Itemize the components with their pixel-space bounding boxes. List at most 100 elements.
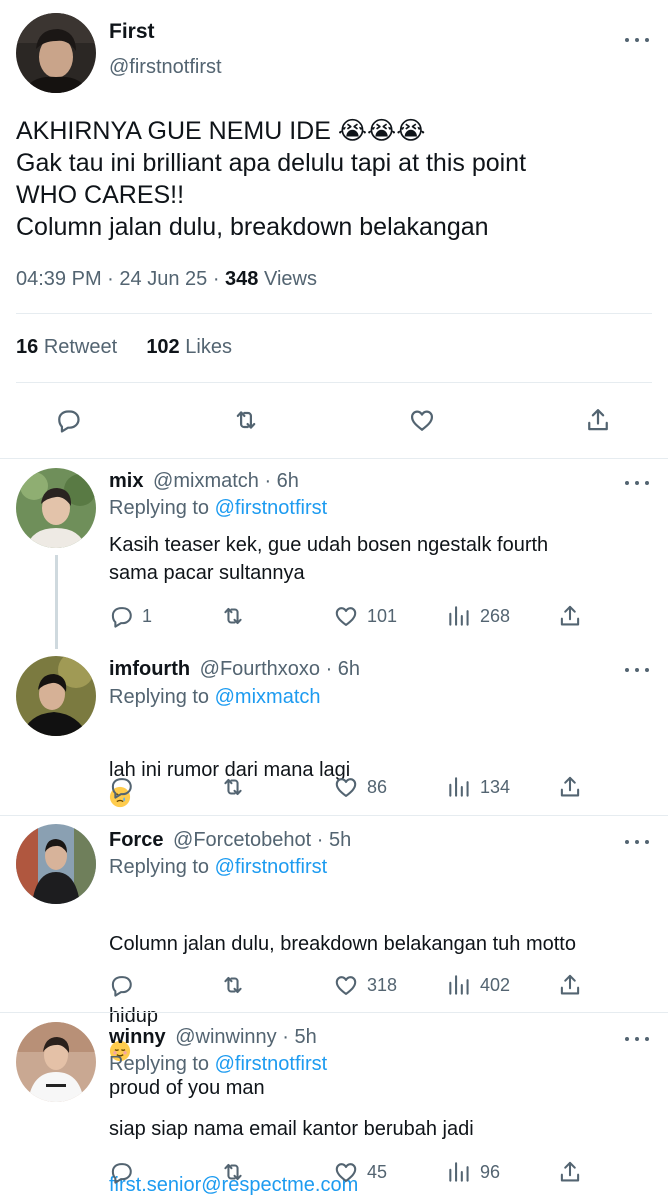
share-icon xyxy=(584,406,612,434)
author-handle[interactable]: @firstnotfirst xyxy=(109,56,222,79)
author-name[interactable]: First xyxy=(109,20,155,44)
reply-tweet[interactable]: winny @winwinny · 5h Replying to @firstn… xyxy=(0,1013,668,1200)
more-options-icon[interactable] xyxy=(625,34,649,46)
reply-time[interactable]: · 6h xyxy=(326,658,360,680)
views-icon xyxy=(446,774,472,800)
reply-author-name[interactable]: mix xyxy=(109,470,143,492)
reply-text: Kasih teaser kek, gue udah bosen ngestal… xyxy=(109,534,549,584)
author-avatar[interactable] xyxy=(16,13,96,93)
reply-avatar[interactable] xyxy=(16,468,96,548)
like-button[interactable]: 45 xyxy=(333,1159,387,1185)
tweet-text: AKHIRNYA GUE NEMU IDE 😭😭😭 Gak tau ini br… xyxy=(16,115,656,243)
reply-avatar[interactable] xyxy=(16,824,96,904)
reply-button[interactable] xyxy=(108,972,134,998)
like-button[interactable] xyxy=(408,406,436,434)
reply-count: 1 xyxy=(142,605,153,626)
share-button[interactable] xyxy=(557,774,583,800)
retweet-stat[interactable]: 16 Retweet xyxy=(16,336,117,358)
share-button[interactable] xyxy=(557,603,583,629)
reply-header: Force @Forcetobehot · 5h xyxy=(109,829,351,852)
retweet-label: Retweet xyxy=(43,336,118,358)
views-button[interactable]: 96 xyxy=(446,1159,500,1185)
replying-mention[interactable]: @firstnotfirst xyxy=(215,856,328,878)
reply-time[interactable]: · 5h xyxy=(282,1026,316,1048)
heart-icon xyxy=(333,1159,359,1185)
replying-to: Replying to @firstnotfirst xyxy=(109,1053,327,1076)
reply-time[interactable]: · 6h xyxy=(264,470,298,492)
like-count: 86 xyxy=(367,776,388,797)
more-options-icon[interactable] xyxy=(625,836,649,848)
retweet-button[interactable] xyxy=(220,603,246,629)
tweet-meta: 04:39 PM · 24 Jun 25 · 348 Views xyxy=(16,268,317,291)
share-button[interactable] xyxy=(584,406,612,434)
replying-label: Replying to xyxy=(109,856,210,878)
reply-author-handle[interactable]: @Fourthxoxo xyxy=(200,658,320,680)
reply-button[interactable] xyxy=(54,406,82,434)
views-icon xyxy=(446,972,472,998)
reply-avatar[interactable] xyxy=(16,656,96,736)
retweet-button[interactable] xyxy=(220,1159,246,1185)
more-options-icon[interactable] xyxy=(625,1033,649,1045)
reply-author-handle[interactable]: @mixmatch xyxy=(153,470,259,492)
reply-avatar[interactable] xyxy=(16,1022,96,1102)
replying-mention[interactable]: @firstnotfirst xyxy=(215,497,328,519)
tweet-date[interactable]: 24 Jun 25 xyxy=(119,268,207,290)
replying-to: Replying to @firstnotfirst xyxy=(109,856,327,879)
view-count: 268 xyxy=(480,605,511,626)
reply-button[interactable] xyxy=(108,1159,134,1185)
replying-mention[interactable]: @mixmatch xyxy=(215,686,321,708)
reply-icon xyxy=(108,774,134,800)
reply-tweet[interactable]: imfourth @Fourthxoxo · 6h Replying to @m… xyxy=(0,648,668,818)
tweet-time[interactable]: 04:39 PM xyxy=(16,268,102,290)
reply-author-name[interactable]: winny xyxy=(109,1026,166,1048)
share-button[interactable] xyxy=(557,1159,583,1185)
reply-icon xyxy=(108,603,134,629)
view-count: 402 xyxy=(480,974,511,995)
retweet-button[interactable] xyxy=(232,406,260,434)
view-count: 96 xyxy=(480,1161,501,1182)
replying-mention[interactable]: @firstnotfirst xyxy=(215,1053,328,1075)
like-count: 45 xyxy=(367,1161,388,1182)
divider xyxy=(16,313,652,314)
reply-author-name[interactable]: Force xyxy=(109,829,163,851)
reply-icon xyxy=(108,1159,134,1185)
reply-text-line1: Column jalan dulu, breakdown belakangan … xyxy=(109,933,576,955)
reply-button[interactable]: 1 xyxy=(108,603,152,629)
like-button[interactable]: 101 xyxy=(333,603,397,629)
reply-header: imfourth @Fourthxoxo · 6h xyxy=(109,658,360,681)
reply-tweet[interactable]: mix @mixmatch · 6h Replying to @firstnot… xyxy=(0,459,668,649)
avatar-photo xyxy=(16,824,96,904)
more-options-icon[interactable] xyxy=(625,664,649,676)
like-count: 101 xyxy=(367,605,398,626)
reply-button[interactable] xyxy=(108,774,134,800)
replying-to: Replying to @firstnotfirst xyxy=(109,497,327,520)
retweet-icon xyxy=(220,774,246,800)
view-count: 134 xyxy=(480,776,511,797)
views-button[interactable]: 402 xyxy=(446,972,510,998)
views-button[interactable]: 268 xyxy=(446,603,510,629)
retweet-button[interactable] xyxy=(220,774,246,800)
reply-author-name[interactable]: imfourth xyxy=(109,658,190,680)
share-button[interactable] xyxy=(557,972,583,998)
more-options-icon[interactable] xyxy=(625,477,649,489)
retweet-count: 16 xyxy=(16,336,39,358)
reply-author-handle[interactable]: @winwinny xyxy=(175,1026,276,1048)
like-button[interactable]: 318 xyxy=(333,972,397,998)
thread-line xyxy=(55,555,58,649)
heart-icon xyxy=(408,406,436,434)
avatar-photo xyxy=(16,13,96,93)
replying-label: Replying to xyxy=(109,497,210,519)
reply-tweet[interactable]: Force @Forcetobehot · 5h Replying to @fi… xyxy=(0,816,668,1099)
share-icon xyxy=(557,972,583,998)
tweet-text-body: Gak tau ini brilliant apa delulu tapi at… xyxy=(16,149,527,241)
reply-author-handle[interactable]: @Forcetobehot xyxy=(173,829,311,851)
avatar-photo xyxy=(16,1022,96,1102)
avatar-photo xyxy=(16,468,96,548)
reply-time[interactable]: · 5h xyxy=(317,829,351,851)
views-button[interactable]: 134 xyxy=(446,774,510,800)
retweet-button[interactable] xyxy=(220,972,246,998)
likes-stat[interactable]: 102 Likes xyxy=(146,336,232,358)
tweet-text-line1: AKHIRNYA GUE NEMU IDE 😭😭😭 xyxy=(16,117,426,145)
like-button[interactable]: 86 xyxy=(333,774,387,800)
replying-label: Replying to xyxy=(109,686,210,708)
